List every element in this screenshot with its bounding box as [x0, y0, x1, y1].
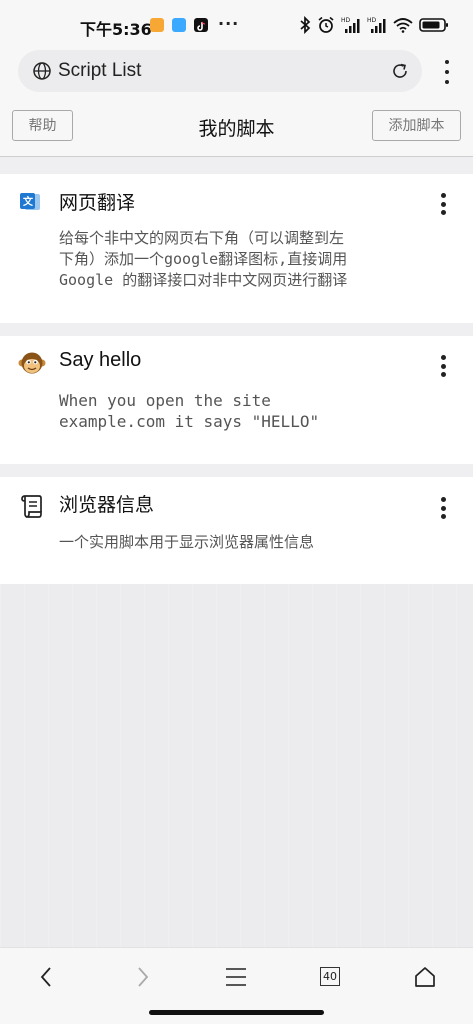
svg-text:HD: HD — [367, 17, 377, 24]
script-description: 给每个非中文的网页右下角（可以调整到左 下角）添加一个google翻译图标,直接… — [59, 229, 348, 289]
script-title: Say hello — [59, 349, 142, 371]
back-icon — [40, 966, 51, 987]
home-indicator — [0, 1004, 473, 1024]
address-bar[interactable]: Script List — [18, 50, 422, 92]
translate-icon: 文 — [20, 193, 40, 210]
empty-area — [0, 584, 473, 947]
wifi-icon — [393, 18, 413, 33]
svg-text:文: 文 — [23, 195, 34, 208]
signal-hd-icon: HD — [341, 17, 360, 33]
tabs-icon: 40 — [320, 967, 340, 986]
bluetooth-icon — [300, 16, 311, 34]
script-menu-icon[interactable] — [435, 355, 451, 377]
home-icon — [415, 966, 435, 987]
monkey-icon — [18, 352, 46, 374]
forward-icon — [138, 966, 149, 987]
script-menu-icon[interactable] — [435, 497, 451, 519]
alarm-icon — [318, 16, 334, 33]
reload-icon[interactable] — [390, 61, 410, 81]
globe-icon — [33, 62, 51, 80]
menu-button[interactable] — [206, 948, 266, 1005]
back-button[interactable] — [16, 948, 76, 1005]
forward-button[interactable] — [113, 948, 173, 1005]
kebab-menu-icon[interactable] — [435, 60, 459, 84]
tiktok-icon — [194, 18, 208, 32]
script-card[interactable]: 浏览器信息 一个实用脚本用于显示浏览器属性信息 — [0, 477, 473, 584]
script-card[interactable]: 文 网页翻译 给每个非中文的网页右下角（可以调整到左 下角）添加一个google… — [0, 174, 473, 323]
script-title: 网页翻译 — [59, 192, 136, 214]
script-title: 浏览器信息 — [59, 494, 155, 516]
home-bar[interactable] — [149, 1010, 324, 1015]
signal-hd-icon: HD — [367, 17, 386, 33]
script-card[interactable]: Say hello When you open the site example… — [0, 336, 473, 464]
browser-toolbar: Script List — [0, 50, 473, 98]
status-bar: 下午5:36 ··· HD HD — [0, 0, 473, 50]
svg-text:HD: HD — [341, 17, 351, 24]
tabs-button[interactable]: 40 — [300, 948, 360, 1005]
chat-icon — [172, 18, 186, 32]
bottom-nav: 40 — [0, 947, 473, 1005]
status-overflow: ··· — [218, 14, 240, 33]
add-script-button[interactable]: 添加脚本 — [372, 110, 461, 141]
home-button[interactable] — [395, 948, 455, 1005]
battery-icon — [419, 18, 448, 32]
page-header: 帮助 我的脚本 添加脚本 — [0, 98, 473, 157]
script-menu-icon[interactable] — [435, 193, 451, 215]
menu-icon — [226, 967, 246, 986]
script-description: 一个实用脚本用于显示浏览器属性信息 — [59, 533, 315, 551]
scroll-icon — [21, 495, 42, 518]
address-text[interactable]: Script List — [58, 60, 141, 82]
gallery-icon — [150, 18, 164, 32]
status-time: 下午5:36 — [80, 20, 152, 39]
script-description: When you open the site example.com it sa… — [59, 391, 320, 431]
